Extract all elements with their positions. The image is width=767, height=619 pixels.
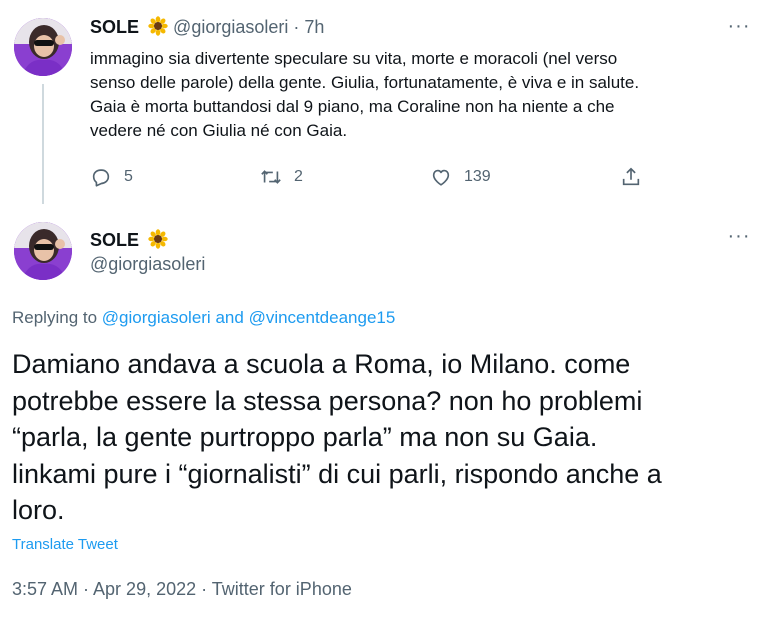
- display-name[interactable]: SOLE: [90, 230, 139, 250]
- share-button[interactable]: [620, 166, 654, 188]
- retweet-count: 2: [294, 168, 303, 185]
- tweet-actions: 5 2 139: [90, 166, 650, 192]
- tweet-text: Damiano andava a scuola a Roma, io Milan…: [12, 346, 762, 529]
- tweet-timestamp[interactable]: 3:57 AM · Apr 29, 2022 · Twitter for iPh…: [12, 579, 352, 600]
- tweet-text-line: loro.: [12, 495, 65, 525]
- more-icon[interactable]: ···: [726, 16, 752, 40]
- separator: ·: [293, 17, 300, 37]
- avatar[interactable]: [14, 222, 72, 280]
- replying-to: Replying to @giorgiasoleri and @vincentd…: [12, 308, 395, 328]
- tweet-text: immagino sia divertente speculare su vit…: [90, 47, 750, 143]
- tweet-time[interactable]: 7h: [304, 17, 324, 37]
- translate-tweet-link[interactable]: Translate Tweet: [12, 536, 118, 553]
- replying-and[interactable]: and: [215, 308, 243, 327]
- avatar[interactable]: [14, 18, 72, 76]
- tweet-text-line: linkami pure i “giornalisti” di cui parl…: [12, 458, 662, 489]
- like-count: 139: [464, 168, 491, 185]
- tweet-text-line: potrebbe essere la stessa persona? non h…: [12, 385, 643, 416]
- share-icon: [622, 167, 640, 186]
- tweet-text-line: Gaia è morta buttandosi dal 9 piano, ma …: [90, 97, 615, 116]
- tweet-text-line: senso delle parole) della gente. Giulia,…: [90, 73, 640, 92]
- like-icon: [432, 169, 450, 186]
- like-button[interactable]: 139: [430, 166, 491, 188]
- retweet-icon: [261, 170, 281, 184]
- retweet-button[interactable]: 2: [260, 166, 303, 188]
- avatar-image: [14, 18, 72, 76]
- display-name[interactable]: SOLE: [90, 17, 139, 37]
- tweet-header: SOLE @giorgiasoleri · 7h: [90, 16, 324, 38]
- mention-link[interactable]: @giorgiasoleri: [102, 308, 211, 327]
- thread-line: [42, 84, 44, 204]
- tweet-text-line: vedere né con Giulia né con Gaia.: [90, 121, 348, 140]
- tweet-header: SOLE: [90, 229, 168, 251]
- sunflower-emoji: [148, 16, 168, 36]
- reply-icon: [92, 169, 110, 187]
- replying-prefix: Replying to: [12, 308, 98, 327]
- tweet-text-line: immagino sia divertente speculare su vit…: [90, 49, 618, 68]
- handle[interactable]: @giorgiasoleri: [173, 17, 288, 37]
- sunflower-emoji: [148, 229, 168, 249]
- handle[interactable]: @giorgiasoleri: [90, 254, 205, 275]
- tweet-text-line: Damiano andava a scuola a Roma, io Milan…: [12, 349, 631, 379]
- tweet-text-line: “parla, la gente purtroppo parla” ma non…: [12, 422, 598, 452]
- reply-button[interactable]: 5: [90, 166, 133, 188]
- reply-count: 5: [124, 168, 133, 185]
- more-icon[interactable]: ···: [726, 226, 752, 250]
- mention-link[interactable]: @vincentdeange15: [249, 308, 396, 327]
- avatar-image: [14, 222, 72, 280]
